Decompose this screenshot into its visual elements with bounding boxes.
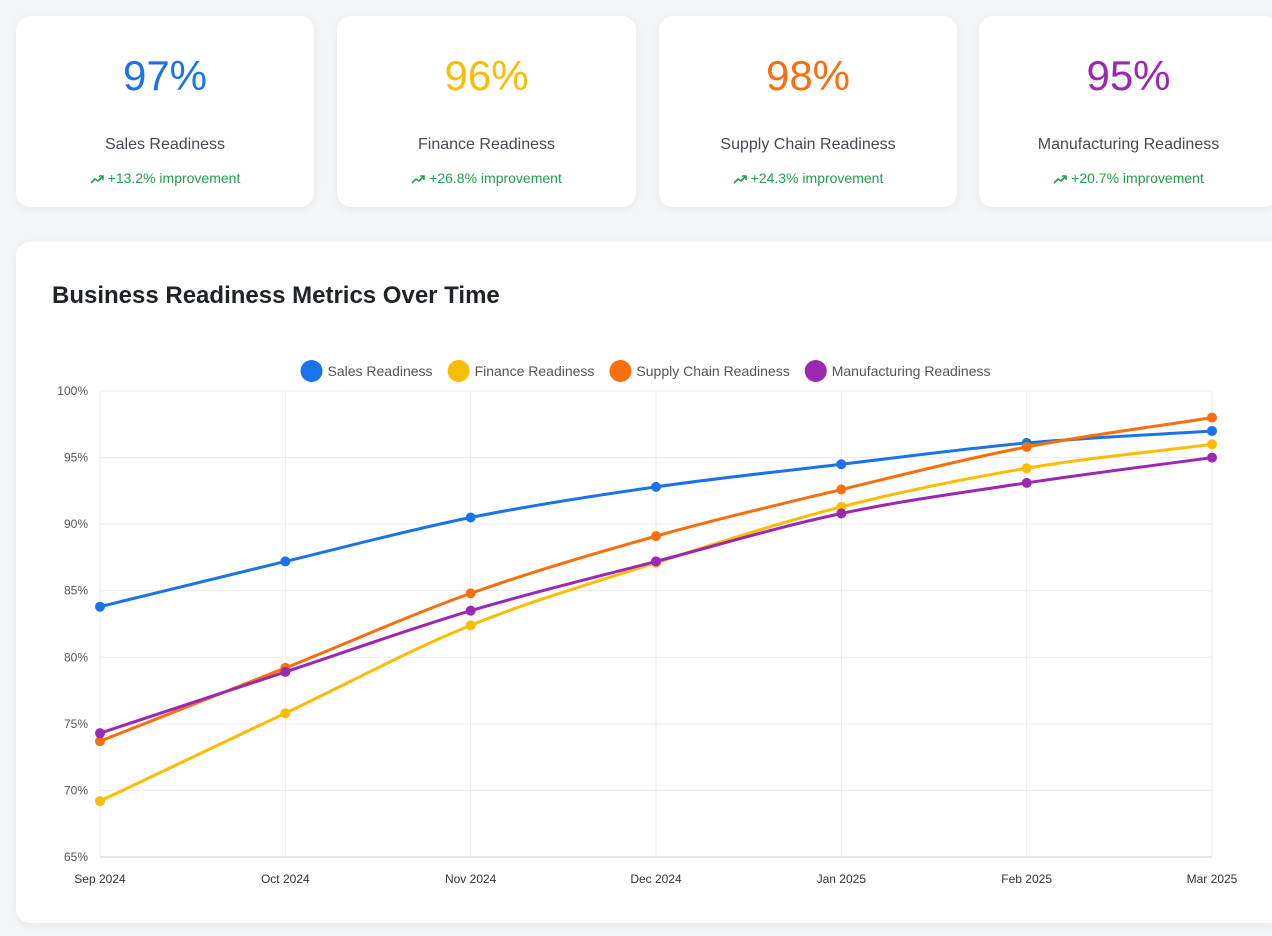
kpi-trend: +13.2% improvement (16, 170, 314, 186)
data-point (465, 620, 476, 631)
data-point (95, 601, 105, 612)
legend-label: Manufacturing Readiness (832, 363, 991, 379)
data-point (1207, 425, 1217, 436)
legend-swatch (804, 360, 827, 382)
kpi-trend-text: +24.3% improvement (750, 170, 884, 186)
legend-label: Finance Readiness (475, 363, 595, 379)
data-point (95, 796, 105, 807)
data-point (465, 512, 476, 523)
y-tick-label: 100% (57, 384, 88, 398)
data-point (1021, 441, 1032, 452)
data-point (1207, 452, 1217, 463)
data-point (1207, 412, 1217, 423)
legend-swatch (609, 360, 632, 382)
legend-label: Supply Chain Readiness (636, 363, 789, 379)
kpi-card-finance: 96% Finance Readiness +26.8% improvement (337, 16, 636, 207)
data-point (465, 588, 476, 599)
x-tick-label: Feb 2025 (1001, 872, 1052, 886)
x-tick-label: Oct 2024 (261, 872, 310, 886)
data-point (280, 556, 291, 567)
trending-up-icon (733, 175, 747, 184)
data-point (651, 481, 661, 492)
x-tick-label: Mar 2025 (1187, 872, 1238, 886)
data-point (836, 508, 847, 519)
kpi-label: Sales Readiness (104, 136, 226, 153)
x-tick-label: Nov 2024 (445, 872, 497, 886)
kpi-label: Supply Chain Readiness (720, 136, 896, 153)
kpi-value: 97% (122, 52, 208, 99)
trending-up-icon (411, 175, 425, 184)
data-point (1021, 463, 1032, 474)
y-tick-label: 80% (64, 650, 88, 664)
kpi-trend-text: +26.8% improvement (429, 170, 562, 186)
data-point (1021, 477, 1032, 488)
kpi-trend: +20.7% improvement (979, 170, 1272, 186)
kpi-trend: +26.8% improvement (337, 170, 636, 186)
data-point (1207, 439, 1217, 450)
legend-swatch (447, 360, 470, 382)
line-chart: 65% 70% 75% 80% 85% 90% 95% 100% Sep 2024 Oct 202… (57, 360, 1238, 886)
chart-card: Business Readiness Metrics Over Time 65%… (16, 242, 1272, 923)
kpi-card-manufacturing: 95% Manufacturing Readiness +20.7% impro… (979, 16, 1272, 207)
x-tick-label: Dec 2024 (630, 872, 682, 886)
y-tick-label: 90% (64, 517, 88, 531)
data-point (465, 605, 476, 616)
kpi-trend-text: +13.2% improvement (107, 170, 241, 186)
trending-up-icon (90, 175, 104, 184)
data-point (280, 708, 291, 719)
y-tick-label: 65% (64, 850, 88, 864)
kpi-label: Manufacturing Readiness (1037, 136, 1220, 153)
data-point (651, 556, 661, 567)
trending-up-icon (1053, 175, 1067, 184)
data-point (836, 459, 847, 470)
data-point (651, 531, 661, 542)
kpi-card-supply-chain: 98% Supply Chain Readiness +24.3% improv… (659, 16, 957, 207)
y-tick-label: 75% (64, 717, 88, 731)
legend-swatch (300, 360, 323, 382)
y-tick-label: 70% (64, 783, 88, 797)
legend-label: Sales Readiness (328, 363, 433, 379)
kpi-value: 96% (444, 52, 529, 99)
data-point (95, 728, 105, 739)
y-tick-label: 85% (64, 584, 88, 598)
data-point (836, 484, 847, 495)
data-point (280, 666, 291, 677)
kpi-label: Finance Readiness (418, 136, 555, 153)
x-tick-label: Jan 2025 (817, 872, 867, 886)
kpi-value: 95% (1086, 52, 1171, 99)
y-tick-label: 95% (64, 451, 88, 465)
kpi-trend-text: +20.7% improvement (1071, 170, 1204, 186)
kpi-card-sales: 97% Sales Readiness +13.2% improvement (16, 16, 314, 207)
x-tick-label: Sep 2024 (74, 872, 126, 886)
kpi-value: 98% (765, 52, 851, 99)
kpi-trend: +24.3% improvement (659, 170, 957, 186)
